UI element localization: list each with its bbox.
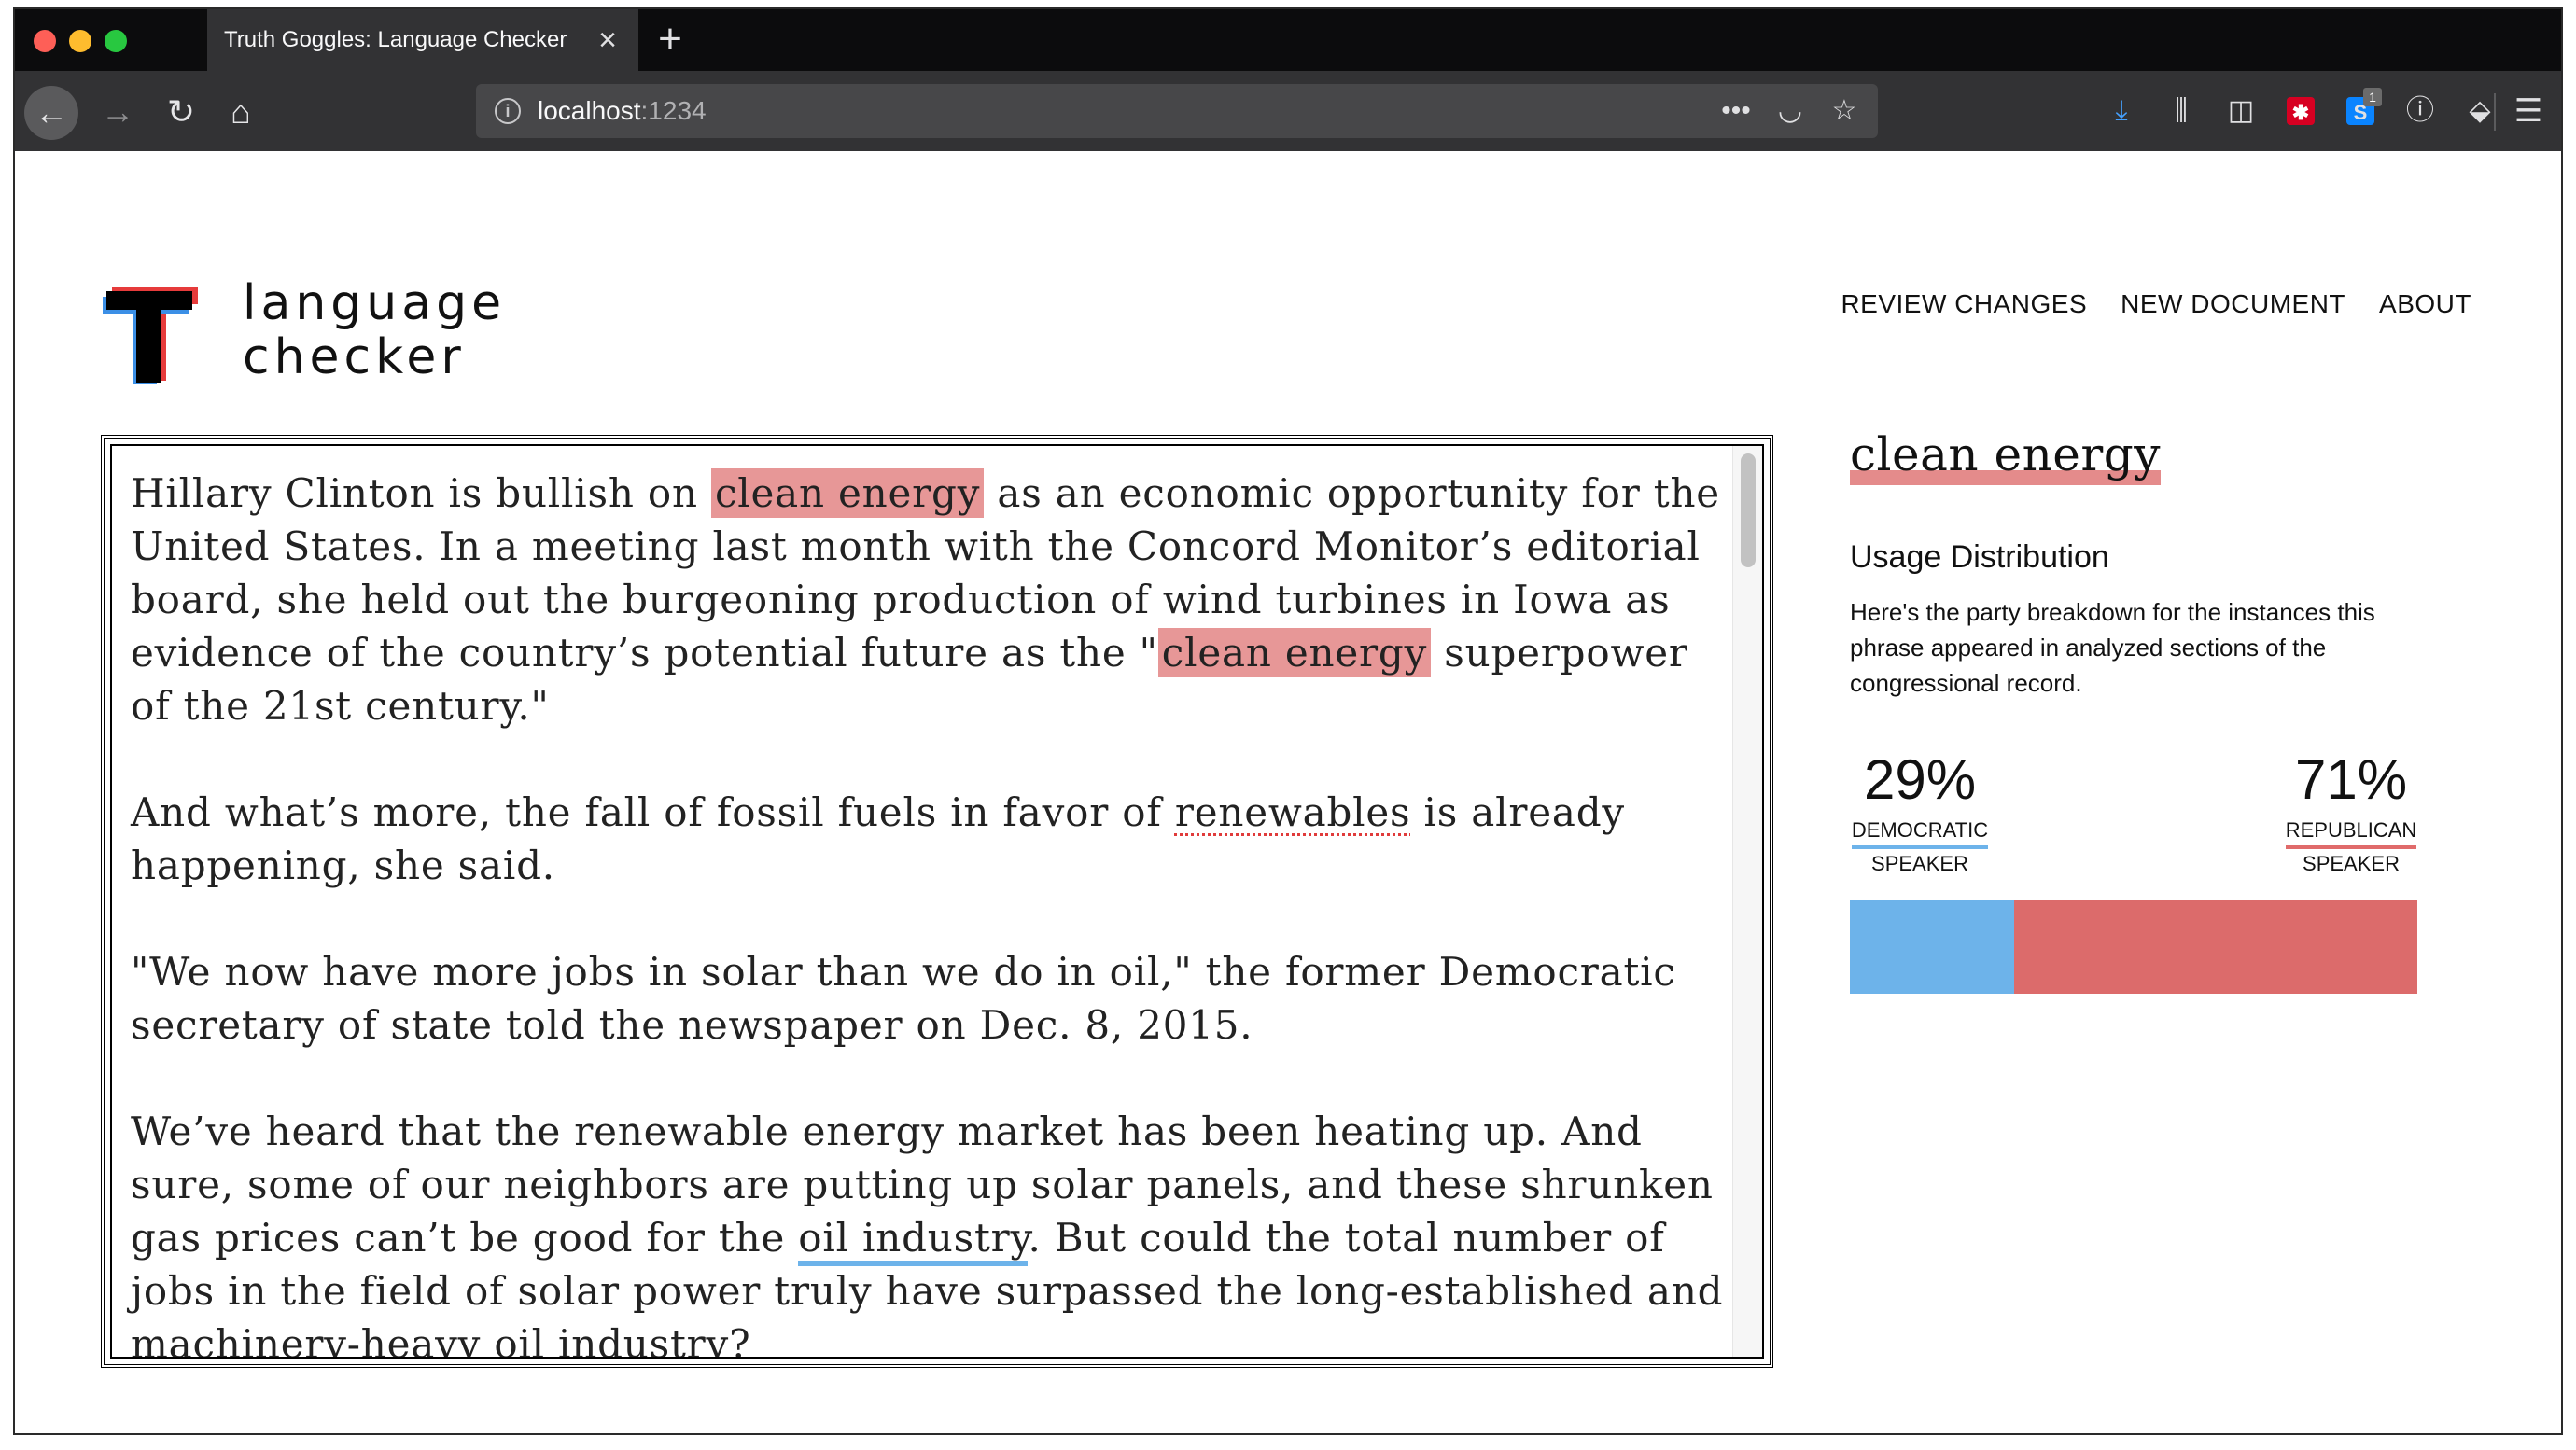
sidebar-toggle-icon[interactable]: ◫ (2216, 86, 2266, 136)
phrase-detail-panel: clean energy Usage Distribution Here's t… (1850, 427, 2429, 994)
democratic-party: DEMOCRATIC (1851, 816, 1989, 849)
democratic-percent: 29% (1863, 748, 1977, 811)
url-bar[interactable]: i localhost:1234 ••• ◡ ☆ (476, 84, 1878, 138)
extension-red-icon[interactable]: ✱ (2275, 86, 2326, 136)
new-tab-button[interactable]: + (650, 19, 691, 62)
tab-close-icon[interactable]: × (592, 24, 623, 56)
maximize-window-button[interactable] (105, 30, 127, 52)
nav-about[interactable]: ABOUT (2379, 289, 2471, 319)
download-icon[interactable]: ⤓ (2096, 86, 2147, 136)
selected-phrase: clean energy (1850, 427, 2162, 485)
republican-percent: 71% (2294, 748, 2408, 811)
republican-stat: 71% REPUBLICAN SPEAKER (2281, 747, 2421, 879)
page-actions-icon[interactable]: ••• (1715, 91, 1757, 131)
usage-description: Here's the party breakdown for the insta… (1850, 598, 2375, 697)
page-content: language checker REVIEW CHANGES NEW DOCU… (15, 151, 2561, 1433)
editor-text[interactable]: Hillary Clinton is bullish on clean ener… (131, 467, 1736, 1359)
republican-bar-segment (2014, 900, 2417, 994)
paragraph-3: "We now have more jobs in solar than we … (131, 949, 1676, 1048)
party-stats: 29% DEMOCRATIC SPEAKER 71% REPUBLICAN SP… (1850, 747, 2429, 878)
paragraph-2: And what’s more, the fall of fossil fuel… (131, 786, 1736, 892)
flagged-phrase-democratic[interactable]: oil industry (494, 1321, 730, 1357)
url-host: localhost (538, 96, 641, 125)
text-run: Hillary Clinton is bullish on (131, 470, 711, 516)
close-window-button[interactable] (34, 30, 56, 52)
nav-new-document[interactable]: NEW DOCUMENT (2121, 289, 2345, 319)
url-port: :1234 (640, 96, 707, 125)
scrollbar-thumb[interactable] (1741, 453, 1756, 567)
republican-label: REPUBLICAN SPEAKER (2281, 816, 2421, 879)
spellcheck-word[interactable]: renewables (1175, 789, 1411, 835)
flagged-phrase[interactable]: clean energy (1157, 628, 1432, 677)
usage-title: Usage Distribution (1850, 539, 2109, 575)
editor-scrollbar[interactable] (1732, 446, 1762, 1357)
tab-title: Truth Goggles: Language Checker (224, 27, 567, 52)
forward-button[interactable]: → (93, 88, 142, 136)
brand-wordmark: language checker (243, 276, 506, 384)
distribution-bar (1850, 900, 2417, 994)
selected-phrase-text: clean energy (1850, 427, 2162, 481)
flagged-phrase-democratic[interactable]: oil industry (798, 1215, 1029, 1266)
shield-extension-icon[interactable]: ⬙ (2455, 86, 2505, 136)
democratic-bar-segment (1850, 900, 2015, 994)
document-editor[interactable]: Hillary Clinton is bullish on clean ener… (101, 435, 1773, 1368)
toolbar-separator (2494, 93, 2496, 131)
top-navigation: REVIEW CHANGES NEW DOCUMENT ABOUT (1841, 289, 2471, 319)
minimize-window-button[interactable] (69, 30, 91, 52)
republican-party: REPUBLICAN (2285, 816, 2417, 849)
democratic-stat: 29% DEMOCRATIC SPEAKER (1850, 747, 1990, 879)
site-info-icon[interactable]: i (495, 98, 521, 124)
editor-frame: Hillary Clinton is bullish on clean ener… (110, 444, 1764, 1359)
hamburger-menu-icon[interactable]: ☰ (2503, 86, 2554, 136)
truth-goggles-logo (103, 287, 198, 384)
bookmark-star-icon[interactable]: ☆ (1824, 91, 1865, 131)
info-extension-icon[interactable]: ⓘ (2395, 86, 2445, 136)
paragraph-1: Hillary Clinton is bullish on clean ener… (131, 467, 1736, 732)
extension-badge: 1 (2363, 88, 2382, 106)
paragraph-4: We’ve heard that the renewable energy ma… (131, 1105, 1736, 1359)
tab-active[interactable]: Truth Goggles: Language Checker × (207, 9, 638, 71)
republican-role: SPEAKER (2303, 852, 2400, 875)
text-run: ? (729, 1321, 751, 1359)
browser-window: Truth Goggles: Language Checker × + ← → … (13, 7, 2563, 1435)
democratic-label: DEMOCRATIC SPEAKER (1850, 816, 1990, 879)
extension-blue-icon[interactable]: S1 (2335, 86, 2386, 136)
brand-line-2: checker (243, 329, 466, 385)
flagged-phrase[interactable]: clean energy (710, 468, 985, 518)
back-button[interactable]: ← (24, 86, 78, 140)
brand-line-1: language (243, 275, 507, 331)
democratic-role: SPEAKER (1871, 852, 1968, 875)
navigation-toolbar: ← → ↻ ⌂ i localhost:1234 ••• ◡ ☆ ⤓ ⫼ ◫ ✱… (15, 71, 2561, 151)
nav-review-changes[interactable]: REVIEW CHANGES (1841, 289, 2087, 319)
tab-bar: Truth Goggles: Language Checker × + (15, 9, 2561, 71)
text-run: And what’s more, the fall of fossil fuel… (131, 789, 1175, 835)
library-icon[interactable]: ⫼ (2156, 86, 2206, 136)
reload-button[interactable]: ↻ (157, 88, 205, 136)
pocket-icon[interactable]: ◡ (1770, 91, 1811, 131)
home-button[interactable]: ⌂ (217, 88, 265, 136)
